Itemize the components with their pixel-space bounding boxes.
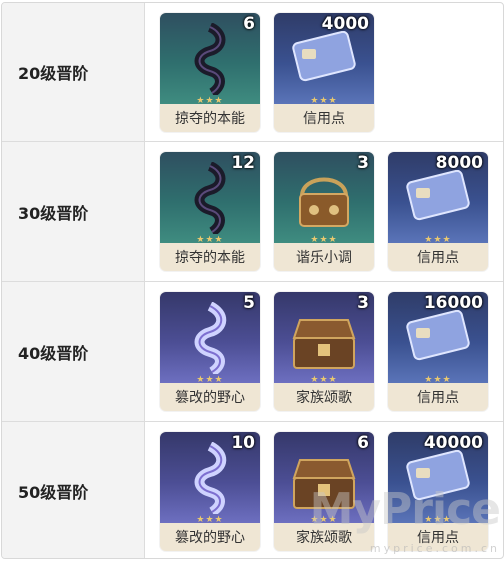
item-name: 谐乐小调	[296, 250, 352, 266]
item-card[interactable]: ★★★ 12 掠夺的本能	[160, 152, 260, 271]
item-quantity: 12	[231, 153, 255, 173]
table-row: 50级晋阶 ★★★ 10 篡改的野心 ★★★ 6 家族颂歌 ★★★ 40000 …	[2, 422, 503, 558]
scroll-dark-icon	[194, 162, 226, 234]
level-label-cell: 30级晋阶	[2, 142, 145, 281]
item-card[interactable]: ★★★ 16000 信用点	[388, 292, 488, 411]
item-name: 信用点	[417, 390, 459, 406]
credit-card-icon	[406, 170, 470, 221]
item-name: 掠夺的本能	[175, 250, 245, 266]
item-quantity: 4000	[321, 14, 369, 34]
item-quantity: 6	[243, 14, 255, 34]
item-card[interactable]: ★★★ 40000 信用点	[388, 432, 488, 551]
level-label-cell: 40级晋阶	[2, 282, 145, 421]
item-name: 篡改的野心	[175, 390, 245, 406]
credit-card-icon	[292, 31, 356, 82]
item-name: 信用点	[417, 530, 459, 546]
item-card[interactable]: ★★★ 4000 信用点	[274, 13, 374, 132]
level-label: 30级晋阶	[18, 203, 89, 223]
item-quantity: 5	[243, 293, 255, 313]
item-card[interactable]: ★★★ 5 篡改的野心	[160, 292, 260, 411]
item-quantity: 8000	[435, 153, 483, 173]
credit-card-icon	[406, 450, 470, 501]
treasure-chest-icon	[292, 319, 356, 369]
item-quantity: 10	[231, 433, 255, 453]
item-quantity: 16000	[423, 293, 483, 313]
level-label-cell: 20级晋阶	[2, 3, 145, 141]
item-card[interactable]: ★★★ 8000 信用点	[388, 152, 488, 271]
item-quantity: 6	[357, 433, 369, 453]
item-name: 信用点	[303, 111, 345, 127]
item-card[interactable]: ★★★ 10 篡改的野心	[160, 432, 260, 551]
table-row: 20级晋阶 ★★★ 6 掠夺的本能 ★★★ 4000 信用点	[2, 3, 503, 142]
table-row: 40级晋阶 ★★★ 5 篡改的野心 ★★★ 3 家族颂歌 ★★★ 16000 信…	[2, 282, 503, 422]
level-label-cell: 50级晋阶	[2, 422, 145, 558]
table-row: 30级晋阶 ★★★ 12 掠夺的本能 ★★★ 3 谐乐小调 ★★★ 8000 信…	[2, 142, 503, 282]
credit-card-icon	[406, 310, 470, 361]
item-name: 家族颂歌	[296, 390, 352, 406]
item-card[interactable]: ★★★ 3 谐乐小调	[274, 152, 374, 271]
item-name: 掠夺的本能	[175, 111, 245, 127]
music-box-icon	[299, 177, 349, 227]
item-quantity: 40000	[423, 433, 483, 453]
level-label: 20级晋阶	[18, 64, 89, 83]
item-card[interactable]: ★★★ 6 家族颂歌	[274, 432, 374, 551]
item-name: 篡改的野心	[175, 530, 245, 546]
item-card[interactable]: ★★★ 6 掠夺的本能	[160, 13, 260, 132]
scroll-light-icon	[194, 302, 227, 374]
item-quantity: 3	[357, 293, 369, 313]
item-name: 信用点	[417, 250, 459, 266]
item-quantity: 3	[357, 153, 369, 173]
item-card[interactable]: ★★★ 3 家族颂歌	[274, 292, 374, 411]
scroll-light-icon	[194, 442, 227, 514]
level-label: 40级晋阶	[18, 343, 89, 363]
level-label: 50级晋阶	[18, 483, 89, 502]
treasure-chest-icon	[292, 459, 356, 509]
item-name: 家族颂歌	[296, 530, 352, 546]
scroll-dark-icon	[194, 23, 226, 95]
ascension-material-table: 20级晋阶 ★★★ 6 掠夺的本能 ★★★ 4000 信用点 30级晋阶 ★★★…	[1, 2, 504, 559]
